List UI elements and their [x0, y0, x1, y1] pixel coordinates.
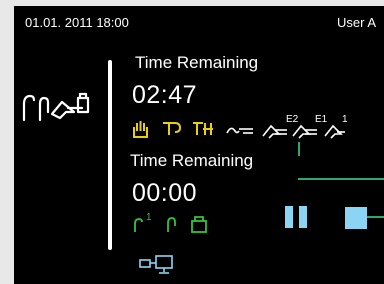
pause-button[interactable] — [285, 206, 307, 228]
vertical-divider — [108, 60, 112, 250]
upper-timer-label: Time Remaining — [135, 53, 259, 72]
instrument-e2-label: E2 — [286, 114, 299, 125]
instrument-e2-icon[interactable] — [261, 118, 289, 140]
upper-tool-row: E2 E1 1 — [131, 114, 348, 140]
hand-icon[interactable] — [131, 119, 151, 139]
scaler-icon[interactable] — [225, 119, 255, 139]
pause-bar-right — [299, 206, 307, 228]
flow-line-stop — [367, 216, 384, 218]
upper-timer-value: 02:47 — [132, 81, 198, 109]
flow-line-vertical — [298, 142, 300, 156]
container-icon[interactable] — [190, 214, 208, 234]
flow-line-horizontal — [298, 178, 384, 180]
display-screen: 01.01. 2011 18:00 User A Time Remaining … — [14, 6, 384, 284]
motor-1-label: 1 — [146, 212, 152, 223]
network-icon[interactable] — [138, 254, 176, 281]
double-bur-icon[interactable] — [191, 119, 215, 139]
instrument-1-label: 1 — [342, 114, 348, 125]
device-frame: 01.01. 2011 18:00 User A Time Remaining … — [0, 0, 384, 284]
lower-timer-value: 00:00 — [132, 179, 198, 207]
lower-timer-label: Time Remaining — [130, 151, 254, 170]
handpiece-set-icon[interactable] — [20, 90, 92, 131]
motor-icon[interactable] — [164, 214, 178, 234]
instrument-e1-label: E1 — [315, 114, 328, 125]
bur-icon[interactable] — [161, 119, 183, 139]
status-user[interactable]: User A — [337, 15, 376, 30]
stop-button[interactable] — [345, 207, 367, 229]
status-datetime: 01.01. 2011 18:00 — [25, 15, 129, 30]
lower-tool-row: 1 — [132, 212, 208, 234]
pause-bar-left — [285, 206, 293, 228]
